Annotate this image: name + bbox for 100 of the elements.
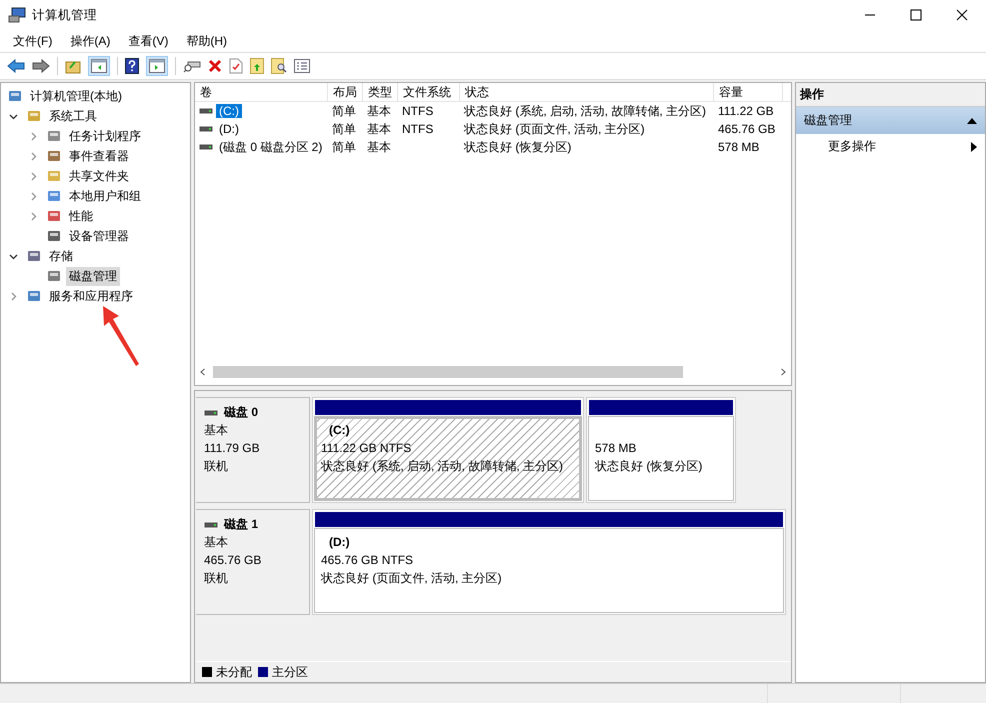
table-cell: 465.76 GB — [718, 122, 776, 136]
tree-node-icon — [46, 228, 62, 244]
menu-item[interactable]: 查看(V) — [123, 30, 174, 52]
volume-name[interactable]: (D:) — [216, 122, 242, 136]
expand-chevron-icon[interactable] — [9, 252, 18, 260]
action-pane-icon[interactable] — [149, 59, 165, 73]
volume-name[interactable]: (C:) — [216, 104, 242, 118]
collapse-chevron-icon[interactable] — [29, 212, 38, 220]
computer-icon — [8, 7, 26, 23]
collapse-chevron-icon[interactable] — [9, 292, 18, 300]
tree-node-icon — [46, 268, 62, 284]
folder-search-icon[interactable] — [271, 58, 287, 74]
tree-node-icon — [46, 148, 62, 164]
column-header[interactable]: 布局 — [328, 83, 363, 101]
disk-status: 联机 — [204, 458, 229, 475]
column-header[interactable]: 状态 — [460, 83, 714, 101]
disk-name: 磁盘 1 — [224, 516, 258, 533]
collapse-triangle-icon[interactable] — [967, 118, 977, 124]
drive-icon — [199, 125, 213, 133]
volume-name[interactable]: (磁盘 0 磁盘分区 2) — [216, 138, 326, 156]
collapse-chevron-icon[interactable] — [29, 192, 38, 200]
table-cell: 状态良好 (系统, 启动, 活动, 故障转储, 主分区) — [464, 102, 706, 120]
disk-type: 基本 — [204, 534, 229, 551]
collapse-chevron-icon[interactable] — [29, 172, 38, 180]
collapse-chevron-icon[interactable] — [29, 132, 38, 140]
checked-document-icon[interactable] — [229, 58, 243, 74]
table-cell: 基本 — [367, 120, 391, 138]
table-cell: 简单 — [332, 138, 356, 156]
tree-item[interactable]: 性能 — [66, 206, 96, 226]
legend-label: 未分配 — [216, 664, 252, 680]
drive-magnifier-icon[interactable] — [183, 59, 201, 73]
partition-size: 465.76 GB NTFS — [321, 552, 414, 569]
disk-type: 基本 — [204, 422, 229, 439]
forward-arrow-icon[interactable] — [32, 59, 50, 73]
submenu-arrow-icon — [971, 142, 977, 152]
disk-size: 465.76 GB — [204, 552, 262, 569]
collapse-chevron-icon[interactable] — [29, 152, 38, 160]
drive-icon — [199, 143, 213, 151]
properties-list-icon[interactable] — [294, 59, 310, 73]
partition-size: 111.22 GB NTFS — [321, 440, 412, 457]
disk-name: 磁盘 0 — [224, 404, 258, 421]
tree-node-icon — [26, 288, 42, 304]
help-icon[interactable] — [125, 58, 139, 74]
partition-size: 578 MB — [595, 440, 638, 457]
partition-block[interactable]: (D:) 465.76 GB NTFS 状态良好 (页面文件, 活动, 主分区) — [312, 509, 786, 615]
partition-status: 状态良好 (页面文件, 活动, 主分区) — [321, 570, 503, 587]
column-header[interactable]: 类型 — [363, 83, 398, 101]
tree-node-icon — [46, 188, 62, 204]
partition-label: (D:) — [328, 534, 351, 551]
partition-block[interactable]: 578 MB 状态良好 (恢复分区) — [586, 397, 736, 503]
expand-chevron-icon[interactable] — [9, 112, 18, 120]
tree-item[interactable]: 磁盘管理 — [66, 266, 120, 286]
tree-item[interactable]: 事件查看器 — [66, 146, 132, 166]
drive-icon — [204, 520, 218, 528]
tree-node-icon — [26, 108, 42, 124]
actions-section[interactable]: 磁盘管理 — [796, 107, 985, 134]
partition-status: 状态良好 (系统, 启动, 活动, 故障转储, 主分区) — [321, 458, 564, 475]
table-cell: 状态良好 (恢复分区) — [464, 138, 572, 156]
table-cell: 简单 — [332, 120, 356, 138]
tree-node-icon — [46, 208, 62, 224]
scroll-left-icon[interactable] — [199, 368, 207, 376]
tree-item[interactable]: 本地用户和组 — [66, 186, 144, 206]
console-tree-icon[interactable] — [91, 59, 107, 73]
partition-block[interactable]: (C:) 111.22 GB NTFS 状态良好 (系统, 启动, 活动, 故障转储, 主分区) — [312, 397, 584, 503]
back-arrow-icon[interactable] — [7, 59, 25, 73]
section-title: 磁盘管理 — [804, 112, 852, 129]
scroll-right-icon[interactable] — [779, 368, 787, 376]
actions-header: 操作 — [796, 83, 985, 107]
table-cell: 简单 — [332, 102, 356, 120]
disk-size: 111.79 GB — [204, 440, 261, 457]
table-cell: 基本 — [367, 102, 391, 120]
partition-label: (C:) — [328, 422, 351, 439]
delete-icon[interactable] — [208, 59, 222, 73]
tree-item[interactable]: 系统工具 — [46, 106, 100, 126]
menu-item[interactable]: 帮助(H) — [181, 30, 232, 52]
tree-item[interactable]: 共享文件夹 — [66, 166, 132, 186]
tree-item[interactable]: 存储 — [46, 246, 76, 266]
tree-item[interactable]: 服务和应用程序 — [46, 286, 136, 306]
column-header[interactable]: 容量 — [714, 83, 783, 101]
tree-item[interactable]: 设备管理器 — [66, 226, 132, 246]
menu-item[interactable]: 操作(A) — [65, 30, 116, 52]
table-cell: NTFS — [402, 122, 434, 136]
tree-node-icon — [46, 128, 62, 144]
tree-node-icon — [7, 88, 23, 104]
close-icon[interactable] — [956, 9, 968, 21]
tree-item[interactable]: 任务计划程序 — [66, 126, 144, 146]
column-header[interactable]: 文件系统 — [398, 83, 460, 101]
drive-icon — [204, 408, 218, 416]
action-link[interactable]: 更多操作 — [828, 138, 876, 155]
tree-item[interactable]: 计算机管理(本地) — [27, 86, 125, 106]
column-header[interactable]: 卷 — [195, 83, 328, 101]
menu-item[interactable]: 文件(F) — [8, 30, 58, 52]
tree-node-icon — [46, 168, 62, 184]
table-cell: 基本 — [367, 138, 391, 156]
table-cell: 状态良好 (页面文件, 活动, 主分区) — [464, 120, 645, 138]
drive-icon — [199, 107, 213, 115]
legend-label: 主分区 — [272, 664, 308, 680]
maximize-icon[interactable] — [910, 9, 922, 21]
disk-status: 联机 — [204, 570, 229, 587]
window-title: 计算机管理 — [32, 6, 97, 24]
